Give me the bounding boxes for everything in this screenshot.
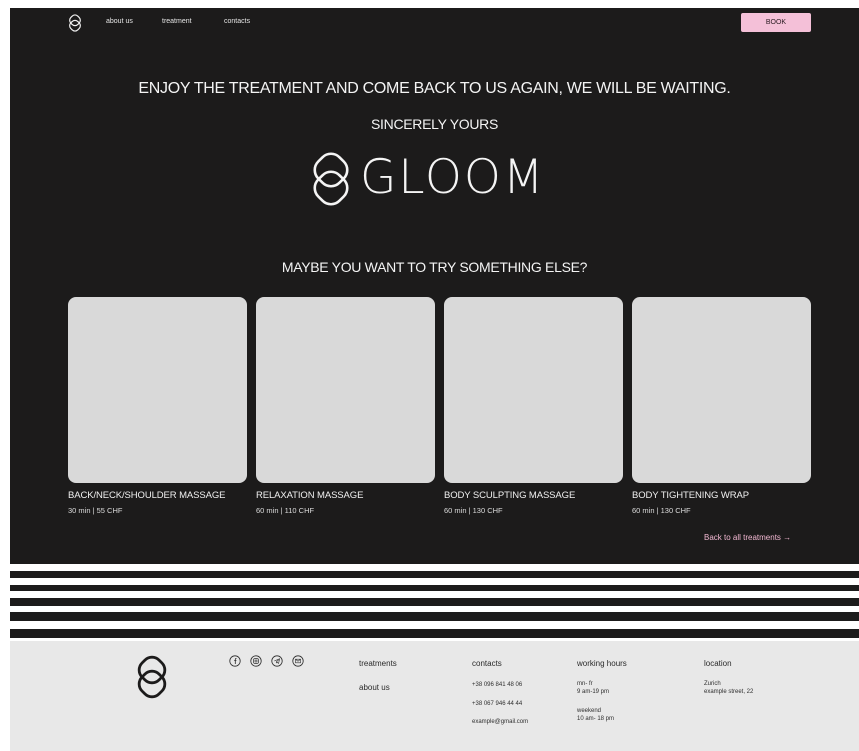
location-city: Zurich — [704, 681, 721, 687]
mail-icon[interactable] — [292, 655, 304, 667]
divider-stripe — [10, 598, 859, 606]
treatment-name[interactable]: RELAXATION MASSAGE — [256, 490, 435, 501]
treatment-card[interactable]: BACK/NECK/SHOULDER MASSAGE 30 min | 55 C… — [68, 297, 247, 515]
treatment-image-placeholder[interactable] — [68, 297, 247, 483]
gloom-footer-logo-icon[interactable] — [130, 655, 174, 699]
divider-stripe — [10, 612, 859, 621]
treatment-image-placeholder[interactable] — [444, 297, 623, 483]
footer: treatments about us contacts +38 096 841… — [10, 641, 859, 751]
brand-logo: GLOOM — [304, 150, 574, 206]
suggestions-heading: MAYBE YOU WANT TO TRY SOMETHING ELSE? — [281, 259, 588, 275]
working-hours-title: working hours — [577, 659, 627, 668]
treatment-price: 60 min | 130 CHF — [444, 506, 503, 515]
phone-2[interactable]: +38 067 946 44 44 — [472, 700, 522, 708]
gloom-brand-mark-icon — [313, 152, 349, 206]
phone-1[interactable]: +38 096 841 48 06 — [472, 681, 522, 689]
weekdays-time: 9 am-19 pm — [577, 689, 610, 695]
gloom-logo-icon[interactable] — [66, 14, 84, 32]
weekdays-label: mn- fr — [577, 681, 593, 687]
footer-treatments-link[interactable]: treatments — [359, 659, 397, 668]
treatment-card[interactable]: RELAXATION MASSAGE 60 min | 110 CHF — [256, 297, 435, 515]
treatment-image-placeholder[interactable] — [256, 297, 435, 483]
location-street: example street, 22 — [704, 689, 754, 695]
facebook-icon[interactable] — [229, 655, 241, 667]
page: about us treatment contacts BOOK ENJOY T… — [10, 8, 859, 751]
back-to-treatments-link[interactable]: Back to all treatments → — [704, 533, 791, 542]
nav-treatment-link[interactable]: treatment — [162, 18, 192, 25]
treatment-price: 30 min | 55 CHF — [68, 506, 123, 515]
instagram-icon[interactable] — [250, 655, 262, 667]
treatment-card[interactable]: BODY SCULPTING MASSAGE 60 min | 130 CHF — [444, 297, 623, 515]
email-link[interactable]: example@gmail.com — [472, 718, 528, 726]
hero-signoff: SINCERELY YOURS — [371, 116, 498, 132]
treatment-card[interactable]: BODY TIGHTENING WRAP 60 min | 130 CHF — [632, 297, 811, 515]
location-title: location — [704, 659, 732, 668]
contacts-title: contacts — [472, 659, 502, 668]
treatment-price: 60 min | 130 CHF — [632, 506, 691, 515]
brand-wordmark: GLOOM — [360, 150, 546, 205]
hero-message: ENJOY THE TREATMENT AND COME BACK TO US … — [138, 80, 731, 97]
top-nav: about us treatment contacts BOOK — [10, 8, 859, 38]
divider-stripe — [10, 585, 859, 591]
footer-about-us-link[interactable]: about us — [359, 683, 390, 692]
weekend-label: weekend — [577, 708, 602, 714]
book-button[interactable]: BOOK — [741, 13, 811, 32]
main-section: about us treatment contacts BOOK ENJOY T… — [10, 8, 859, 564]
divider-stripe — [10, 629, 859, 638]
nav-about-us-link[interactable]: about us — [106, 18, 133, 25]
treatment-name[interactable]: BACK/NECK/SHOULDER MASSAGE — [68, 490, 247, 501]
treatment-image-placeholder[interactable] — [632, 297, 811, 483]
nav-contacts-link[interactable]: contacts — [224, 18, 250, 25]
treatment-name[interactable]: BODY TIGHTENING WRAP — [632, 490, 811, 501]
telegram-icon[interactable] — [271, 655, 283, 667]
divider-stripe — [10, 571, 859, 578]
treatment-name[interactable]: BODY SCULPTING MASSAGE — [444, 490, 623, 501]
treatment-price: 60 min | 110 CHF — [256, 506, 315, 515]
weekend-time: 10 am- 18 pm — [577, 716, 615, 722]
